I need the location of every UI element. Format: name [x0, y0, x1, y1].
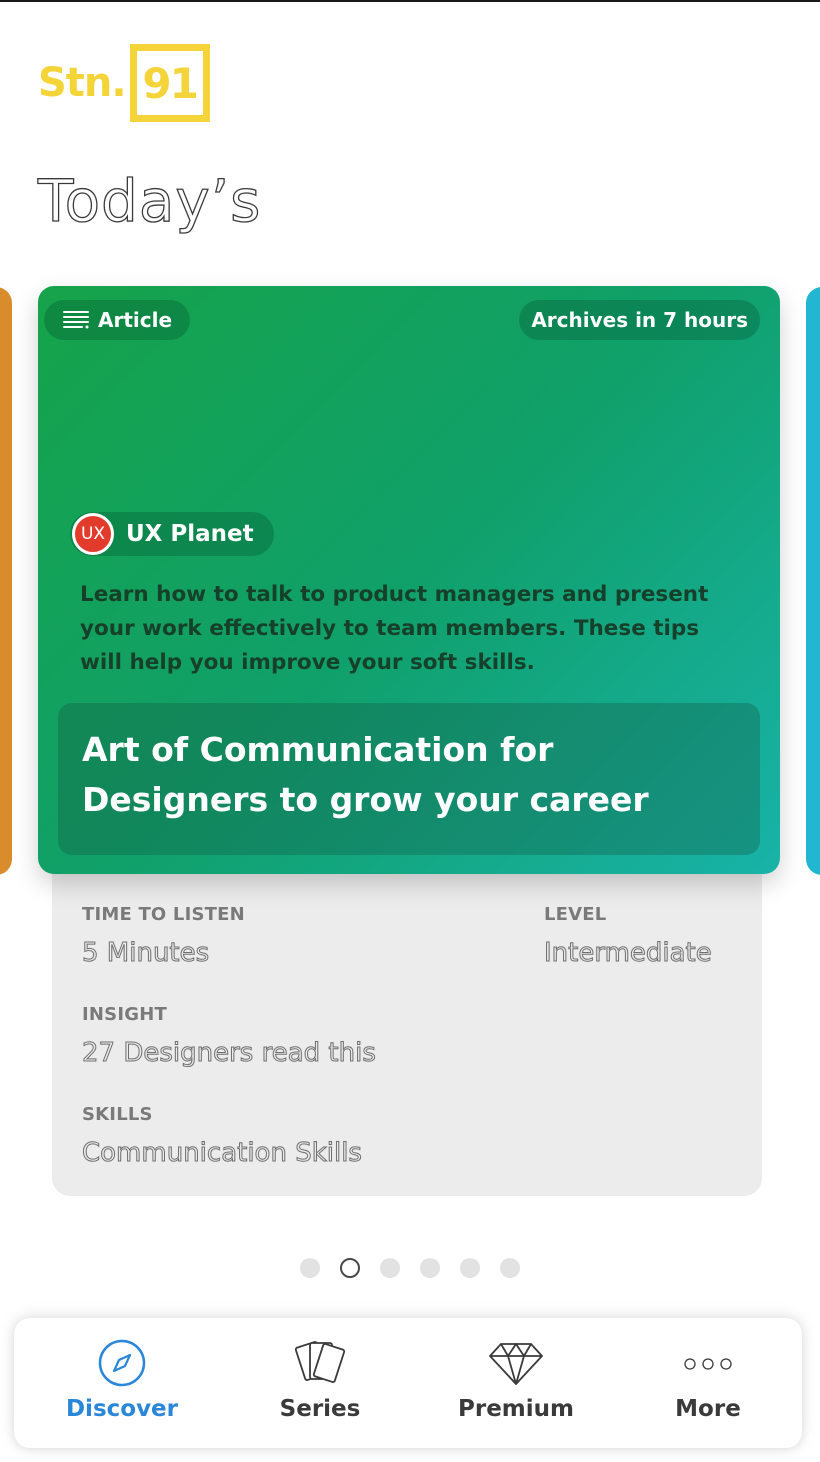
- text-lines-icon: [62, 309, 90, 331]
- nav-more-label: More: [675, 1396, 741, 1422]
- logo-number-box: 91: [129, 44, 210, 122]
- nav-discover[interactable]: Discover: [32, 1318, 212, 1448]
- skills-value: Communication Skills: [82, 1138, 363, 1169]
- pagination-dot[interactable]: [460, 1258, 480, 1278]
- pagination-dot[interactable]: [420, 1258, 440, 1278]
- level-label: LEVEL: [544, 904, 607, 925]
- archive-timer-label: Archives in 7 hours: [531, 308, 748, 332]
- bottom-navigation: Discover Series Premium More: [14, 1318, 802, 1448]
- cards-icon: [290, 1338, 350, 1392]
- pagination-dot[interactable]: [300, 1258, 320, 1278]
- brand-logo[interactable]: Stn. 91: [38, 44, 210, 122]
- logo-text: Stn.: [38, 60, 127, 106]
- logo-number: 91: [142, 58, 198, 108]
- article-type-badge: Article: [44, 300, 190, 340]
- diamond-icon: [486, 1338, 546, 1392]
- insight-value: 27 Designers read this: [82, 1038, 377, 1069]
- featured-article-card[interactable]: Article Archives in 7 hours UX UX Planet…: [38, 286, 780, 874]
- next-card[interactable]: [806, 287, 820, 875]
- carousel-pagination: [300, 1258, 540, 1278]
- source-name: UX Planet: [126, 521, 254, 547]
- nav-series-label: Series: [279, 1396, 361, 1422]
- pagination-dot[interactable]: [500, 1258, 520, 1278]
- time-to-listen-value: 5 Minutes: [81, 938, 210, 969]
- pagination-dot-active[interactable]: [340, 1258, 360, 1278]
- page-title: Today’s: [37, 166, 262, 235]
- previous-card[interactable]: [0, 287, 12, 875]
- nav-series[interactable]: Series: [230, 1318, 410, 1448]
- article-title: Art of Communication for Designers to gr…: [82, 730, 649, 819]
- time-to-listen-label: TIME TO LISTEN: [82, 904, 245, 925]
- nav-premium[interactable]: Premium: [426, 1318, 606, 1448]
- pagination-dot[interactable]: [380, 1258, 400, 1278]
- source-badge[interactable]: UX UX Planet: [70, 512, 274, 556]
- nav-more[interactable]: More: [618, 1318, 798, 1448]
- article-title-box[interactable]: Art of Communication for Designers to gr…: [58, 703, 760, 855]
- compass-icon: [97, 1338, 147, 1392]
- nav-discover-label: Discover: [65, 1396, 179, 1422]
- article-description: Learn how to talk to product managers an…: [80, 582, 709, 675]
- insight-label: INSIGHT: [82, 1004, 167, 1025]
- article-type-label: Article: [98, 308, 173, 332]
- nav-premium-label: Premium: [458, 1396, 574, 1422]
- card-details-panel: TIME TO LISTEN 5 Minutes LEVEL Intermedi…: [52, 852, 762, 1196]
- archive-timer-badge: Archives in 7 hours: [519, 300, 760, 340]
- skills-label: SKILLS: [82, 1104, 153, 1125]
- more-dots-icon: [680, 1338, 736, 1392]
- level-value: Intermediate: [544, 938, 713, 969]
- ux-planet-logo: UX: [72, 513, 114, 555]
